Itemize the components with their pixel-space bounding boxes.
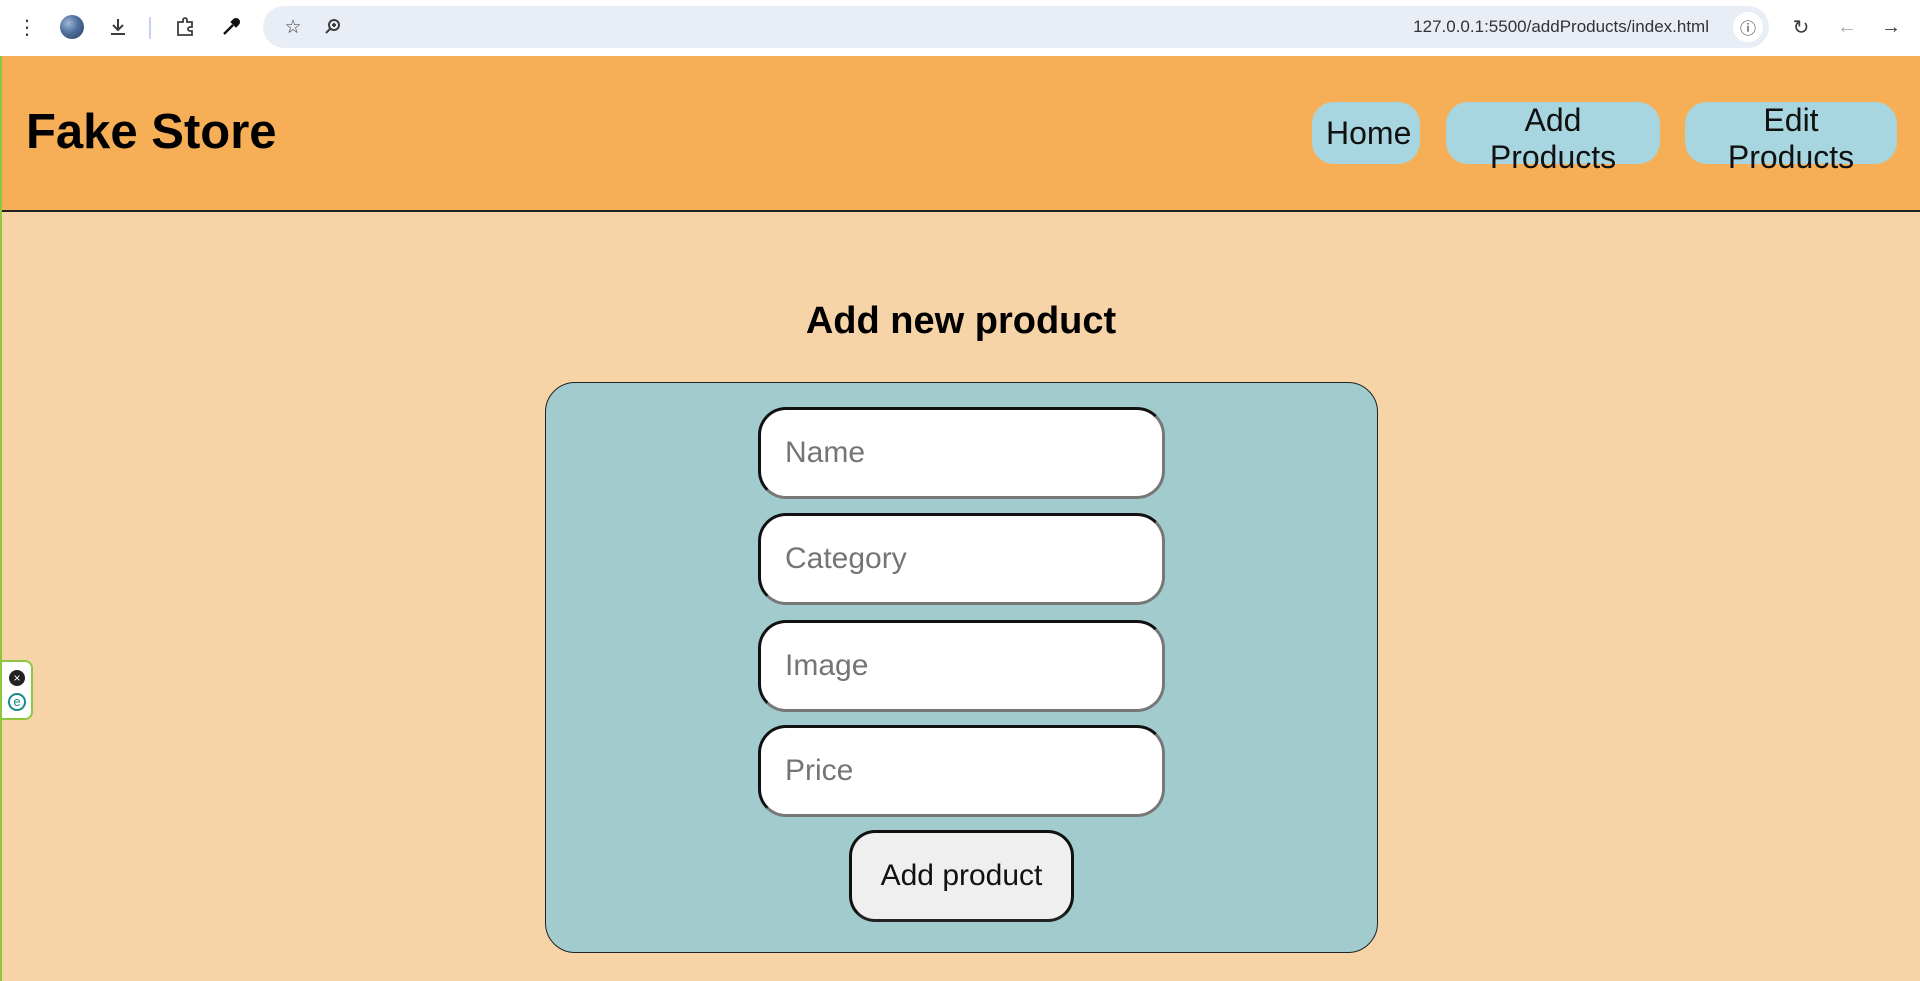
url-text[interactable]: 127.0.0.1:5500/addProducts/index.html (1413, 6, 1709, 48)
eyedropper-icon[interactable] (216, 12, 246, 42)
extension-e-icon[interactable]: e (8, 693, 26, 711)
forward-icon[interactable]: → (1876, 12, 1906, 42)
download-icon[interactable] (103, 12, 133, 42)
nav-add-products-button[interactable]: Add Products (1446, 102, 1660, 175)
page-viewport: Fake Store Home Add Products Edit Produc… (0, 56, 1920, 981)
price-input[interactable] (758, 725, 1165, 817)
page-heading: Add new product (805, 300, 1117, 342)
add-product-button[interactable]: Add product (849, 830, 1074, 922)
nav-edit-products-button[interactable]: Edit Products (1685, 102, 1897, 175)
add-product-form: Add product (545, 382, 1378, 953)
site-header: Fake Store Home Add Products Edit Produc… (2, 56, 1920, 212)
bookmark-star-icon[interactable]: ☆ (278, 12, 308, 42)
extensions-puzzle-icon[interactable] (170, 12, 200, 42)
site-info-icon[interactable]: ⓘ (1733, 12, 1763, 42)
profile-avatar-icon[interactable] (57, 12, 87, 42)
extension-widget: × e (2, 660, 33, 720)
category-input[interactable] (758, 513, 1165, 605)
nav-home-button[interactable]: Home (1312, 102, 1420, 164)
zoom-icon[interactable] (318, 12, 348, 42)
close-icon[interactable]: × (9, 670, 25, 686)
reload-icon[interactable]: ↻ (1786, 12, 1816, 42)
name-input[interactable] (758, 407, 1165, 499)
menu-icon[interactable]: ⋮ (12, 12, 42, 42)
toolbar-divider (149, 17, 151, 39)
browser-toolbar: ⋮ ☆ 127.0.0.1:5500/addProducts/index.htm… (0, 0, 1920, 57)
address-bar[interactable]: ☆ 127.0.0.1:5500/addProducts/index.html … (263, 6, 1769, 48)
site-title: Fake Store (26, 105, 277, 159)
image-input[interactable] (758, 620, 1165, 712)
back-icon[interactable]: ← (1832, 12, 1862, 42)
